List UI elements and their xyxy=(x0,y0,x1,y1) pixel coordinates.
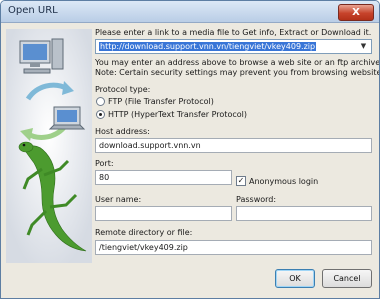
anonymous-login-label[interactable]: Anonymous login xyxy=(249,177,318,186)
ok-button[interactable]: OK xyxy=(275,269,315,288)
intro-text: Please enter a link to a media file to G… xyxy=(95,28,372,37)
port-label: Port: xyxy=(95,159,114,168)
cancel-button[interactable]: Cancel xyxy=(322,269,372,288)
ftp-radio[interactable] xyxy=(96,97,105,106)
remote-path-label: Remote directory or file: xyxy=(95,228,193,237)
username-field[interactable] xyxy=(95,206,232,221)
close-icon: X xyxy=(352,7,360,18)
chevron-down-icon[interactable]: ▼ xyxy=(357,41,370,52)
dialog-body: Please enter a link to a media file to G… xyxy=(4,23,379,295)
window-title: Open URL xyxy=(8,5,58,16)
network-illustration xyxy=(6,29,92,263)
url-combobox[interactable]: http://download.support.vnn.vn/tiengviet… xyxy=(95,39,372,54)
username-label: User name: xyxy=(95,195,142,204)
laptop-icon xyxy=(48,106,86,130)
title-bar[interactable]: Open URL X xyxy=(1,1,379,23)
close-button[interactable]: X xyxy=(338,4,374,21)
anonymous-login-checkbox[interactable]: ✓ xyxy=(236,176,246,186)
host-address-field[interactable]: download.support.vnn.vn xyxy=(95,138,372,153)
port-field[interactable]: 80 xyxy=(95,170,232,185)
open-url-dialog: Open URL X Please enter a link to a medi… xyxy=(0,0,380,299)
remote-path-field[interactable]: /tiengviet/vkey409.zip xyxy=(95,240,372,255)
security-note: Note: Certain security settings may prev… xyxy=(95,68,380,77)
protocol-label: Protocol type: xyxy=(95,85,151,94)
password-label: Password: xyxy=(236,195,277,204)
http-radio[interactable] xyxy=(96,110,105,119)
browse-note: You may enter an address above to browse… xyxy=(95,58,380,67)
host-address-label: Host address: xyxy=(95,127,150,136)
http-radio-label[interactable]: HTTP (HyperText Transfer Protocol) xyxy=(108,110,247,119)
url-input-value[interactable]: http://download.support.vnn.vn/tiengviet… xyxy=(99,42,317,51)
password-field[interactable] xyxy=(236,206,372,221)
ftp-radio-label[interactable]: FTP (File Transfer Protocol) xyxy=(108,97,214,106)
